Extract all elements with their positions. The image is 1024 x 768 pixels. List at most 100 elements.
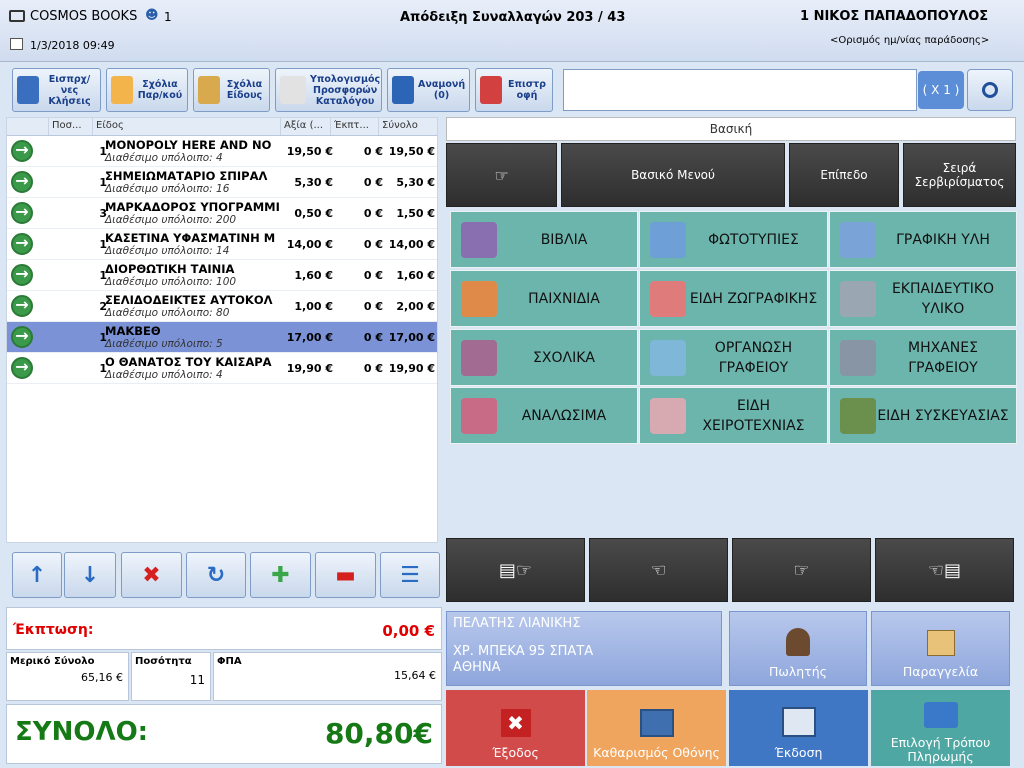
row-value: 14,00 € bbox=[286, 238, 333, 251]
collect-calls-button[interactable]: Εισπρχ/νες Κλήσεις bbox=[12, 68, 101, 112]
pointer-button[interactable]: ☞ bbox=[446, 143, 557, 207]
menu-title: Βασική bbox=[446, 117, 1016, 141]
category-1[interactable]: ΒΙΒΛΙΑ bbox=[450, 211, 638, 268]
category-3[interactable]: ΓΡΑΦΙΚΗ ΥΛΗ bbox=[829, 211, 1017, 268]
pointer-left-button[interactable]: ☜ bbox=[589, 538, 728, 602]
total-label: ΣΥΝΟΛΟ: bbox=[15, 717, 149, 747]
row-value: 1,00 € bbox=[294, 300, 333, 313]
options-button[interactable]: ☰ bbox=[380, 552, 440, 598]
arrow-right-icon[interactable]: → bbox=[11, 140, 33, 162]
discount-box[interactable]: Έκπτωση: 0,00 € bbox=[6, 607, 442, 650]
table-row[interactable]: → 3 ΜΑΡΚΑΔΟΡΟΣ ΥΠΟΓΡΑΜΜΙ Διαθέσιμο υπόλοιπο… bbox=[7, 198, 437, 229]
col-value[interactable]: Αξία (... bbox=[281, 118, 331, 135]
table-row[interactable]: → 1 ΣΗΜΕΙΩΜΑΤΑΡΙΟ ΣΠΙΡΑΛ Διαθέσιμο υπόλοιπο… bbox=[7, 167, 437, 198]
table-row[interactable]: → 2 ΣΕΛΙΔΟΔΕΙΚΤΕΣ ΑΥΤΟΚΟΛ Διαθέσιμο υπόλοιπ… bbox=[7, 291, 437, 322]
app-name: COSMOS BOOKS bbox=[30, 9, 138, 24]
table-row[interactable]: → 1 ΚΑΣΕΤΙΝΑ ΥΦΑΣΜΑΤΙΝΗ Μ Διαθέσιμο υπόλοιπ… bbox=[7, 229, 437, 260]
return-icon bbox=[480, 76, 502, 104]
paint-bucket-icon bbox=[461, 397, 497, 434]
issue-button[interactable]: Έκδοση bbox=[729, 690, 868, 766]
increase-qty-button[interactable]: ✚ bbox=[250, 552, 311, 598]
multiplier-button[interactable]: ( X 1 ) bbox=[918, 71, 964, 109]
ball-icon bbox=[461, 280, 497, 317]
return-button[interactable]: Επιστρ οφή bbox=[475, 68, 553, 112]
hand-right-icon: ☞ bbox=[793, 559, 810, 581]
items-grid[interactable]: Ποσ... Είδος Αξία (... Έκπτ... Σύνολο → 1… bbox=[6, 117, 438, 543]
arrow-right-icon[interactable]: → bbox=[11, 171, 33, 193]
order-button[interactable]: Παραγγελία bbox=[871, 611, 1010, 686]
delete-line-button[interactable]: ✖ bbox=[121, 552, 182, 598]
category-11[interactable]: ΕΙΔΗ ΧΕΙΡΟΤΕΧΝΙΑΣ bbox=[639, 387, 828, 444]
exit-label: Έξοδος bbox=[492, 745, 539, 760]
total-value: 80,80€ bbox=[324, 717, 433, 750]
col-item[interactable]: Είδος bbox=[93, 118, 281, 135]
category-2[interactable]: ΦΩΤΟΤΥΠΙΕΣ bbox=[639, 211, 828, 268]
arrow-right-icon[interactable]: → bbox=[11, 326, 33, 348]
doc-notes-button[interactable]: Σχόλια Παρ/κού bbox=[106, 68, 188, 112]
category-5[interactable]: ΕΙΔΗ ΖΩΓΡΑΦΙΚΗΣ bbox=[639, 270, 828, 327]
payment-method-button[interactable]: Επιλογή Τρόπου Πληρωμής bbox=[871, 690, 1010, 766]
stationery-icon bbox=[840, 221, 876, 258]
clear-label: Καθαρισμός Οθόνης bbox=[593, 745, 720, 760]
offers-button[interactable]: Υπολογισμός Προσφορών Καταλόγου bbox=[275, 68, 382, 112]
arrow-right-icon[interactable]: → bbox=[11, 264, 33, 286]
delivery-date-link[interactable]: <Ορισμός ημ/νίας παράδοσης> bbox=[830, 35, 989, 46]
clear-screen-button[interactable]: Καθαρισμός Οθόνης bbox=[587, 690, 726, 766]
level-button[interactable]: Επίπεδο bbox=[789, 143, 899, 207]
row-stock: Διαθέσιμο υπόλοιπο: 5 bbox=[105, 338, 223, 350]
doc-pointer-left-button[interactable]: ▤☞ bbox=[446, 538, 585, 602]
row-qty: 1 bbox=[99, 331, 107, 344]
basic-menu-button[interactable]: Βασικό Μενού bbox=[561, 143, 785, 207]
customer-button[interactable]: ΠΕΛΑΤΗΣ ΛΙΑΝΙΚΗΣ ΧΡ. ΜΠΕΚΑ 95 ΣΠΑΤΑ ΑΘΗΝ… bbox=[446, 611, 722, 686]
category-label: ΠΑΙΧΝΙΔΙΑ bbox=[528, 290, 600, 307]
teacher-icon bbox=[840, 280, 876, 317]
row-value: 17,00 € bbox=[286, 331, 333, 344]
move-up-button[interactable]: ↑ bbox=[12, 552, 62, 598]
category-6[interactable]: ΕΚΠΑΙΔΕΥΤΙΚΟ ΥΛΙΚΟ bbox=[829, 270, 1017, 327]
decrease-qty-button[interactable]: ▬ bbox=[315, 552, 376, 598]
exit-button[interactable]: ✖ Έξοδος bbox=[446, 690, 585, 766]
pointer-right-button[interactable]: ☞ bbox=[732, 538, 871, 602]
search-button[interactable] bbox=[967, 69, 1013, 111]
arrow-right-icon[interactable]: → bbox=[11, 233, 33, 255]
arrow-right-icon[interactable]: → bbox=[11, 357, 33, 379]
row-discount: 0 € bbox=[363, 269, 383, 282]
waiting-button[interactable]: Αναμονή (0) bbox=[387, 68, 470, 112]
row-total: 5,30 € bbox=[396, 176, 435, 189]
pause-icon bbox=[392, 76, 414, 104]
category-10[interactable]: ΑΝΑΛΩΣΙΜΑ bbox=[450, 387, 638, 444]
table-row[interactable]: → 1 Ο ΘΑΝΑΤΟΣ ΤΟΥ ΚΑΙΣΑΡΑ Διαθέσιμο υπόλοιπ… bbox=[7, 353, 437, 384]
category-12[interactable]: ΕΙΔΗ ΣΥΣΚΕΥΑΣΙΑΣ bbox=[829, 387, 1017, 444]
grid-rows: → 1 MONOPOLY HERE AND NO Διαθέσιμο υπόλοιπο… bbox=[7, 136, 437, 384]
discount-label: Έκπτωση: bbox=[13, 622, 94, 638]
category-7[interactable]: ΣΧΟΛΙΚΑ bbox=[450, 329, 638, 386]
row-qty: 2 bbox=[99, 300, 107, 313]
row-qty: 1 bbox=[99, 145, 107, 158]
arrow-right-icon[interactable]: → bbox=[11, 202, 33, 224]
table-row[interactable]: → 1 ΔΙΟΡΘΩΤΙΚΗ ΤΑΙΝΙΑ Διαθέσιμο υπόλοιπο: 1… bbox=[7, 260, 437, 291]
item-notes-button[interactable]: Σχόλια Είδους bbox=[193, 68, 270, 112]
serving-order-button[interactable]: Σειρά Σερβιρίσματος bbox=[903, 143, 1016, 207]
row-discount: 0 € bbox=[363, 238, 383, 251]
cash-register-icon bbox=[781, 707, 816, 737]
grid-header: Ποσ... Είδος Αξία (... Έκπτ... Σύνολο bbox=[7, 118, 437, 136]
category-8[interactable]: ΟΡΓΑΝΩΣΗ ΓΡΑΦΕΙΟΥ bbox=[639, 329, 828, 386]
table-row[interactable]: → 1 MONOPOLY HERE AND NO Διαθέσιμο υπόλοιπο… bbox=[7, 136, 437, 167]
table-row[interactable]: → 1 ΜΑΚΒΕΘ Διαθέσιμο υπόλοιπο: 5 17,00 € 0 € 1… bbox=[7, 322, 437, 353]
phone-icon bbox=[17, 76, 39, 104]
col-total[interactable]: Σύνολο bbox=[379, 118, 437, 135]
category-9[interactable]: ΜΗΧΑΝΕΣ ΓΡΑΦΕΙΟΥ bbox=[829, 329, 1017, 386]
category-label: ΕΚΠΑΙΔΕΥΤΙΚΟ ΥΛΙΚΟ bbox=[891, 280, 995, 317]
col-qty[interactable]: Ποσ... bbox=[49, 118, 93, 135]
col-discount[interactable]: Έκπτ... bbox=[331, 118, 379, 135]
pointer-doc-button[interactable]: ☜▤ bbox=[875, 538, 1014, 602]
arrow-right-icon[interactable]: → bbox=[11, 295, 33, 317]
move-down-button[interactable]: ↓ bbox=[64, 552, 116, 598]
row-discount: 0 € bbox=[363, 331, 383, 344]
user-icon[interactable]: ☻ bbox=[145, 8, 159, 23]
refresh-button[interactable]: ↻ bbox=[186, 552, 246, 598]
category-4[interactable]: ΠΑΙΧΝΙΔΙΑ bbox=[450, 270, 638, 327]
palette-icon bbox=[650, 280, 686, 317]
search-input[interactable] bbox=[563, 69, 917, 111]
seller-button[interactable]: Πωλητής bbox=[729, 611, 867, 686]
